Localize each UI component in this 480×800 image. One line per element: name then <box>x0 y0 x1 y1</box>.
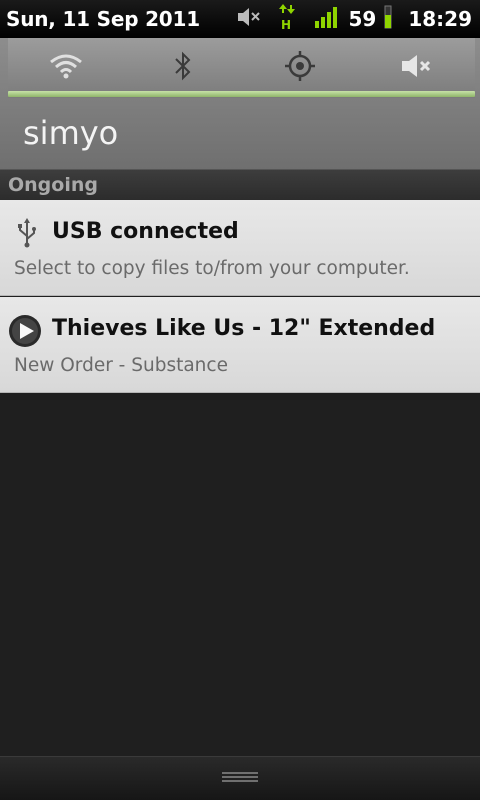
play-icon <box>8 314 42 348</box>
music-notification[interactable]: Thieves Like Us - 12" Extended New Order… <box>0 297 480 393</box>
section-title: Ongoing <box>8 174 98 196</box>
status-bar: Sun, 11 Sep 2011 H 59 18:29 <box>0 0 480 38</box>
notification-title: Thieves Like Us - 12" Extended <box>52 316 436 341</box>
notification-text: Select to copy files to/from your comput… <box>14 258 410 279</box>
svg-text:H: H <box>281 18 291 31</box>
status-clock: 18:29 <box>408 7 472 31</box>
mute-icon <box>400 52 434 84</box>
shade-drag-handle[interactable] <box>0 756 480 800</box>
notification-title: USB connected <box>52 219 239 244</box>
toggle-active-indicator <box>8 91 475 97</box>
quick-toggles <box>8 38 475 98</box>
gps-toggle[interactable] <box>270 43 330 93</box>
battery-level: 59 <box>348 7 377 31</box>
notification-text: New Order - Substance <box>14 355 228 376</box>
usb-notification[interactable]: USB connected Select to copy files to/fr… <box>0 200 480 296</box>
bluetooth-toggle[interactable] <box>153 43 213 93</box>
grip-icon <box>220 769 260 788</box>
gps-icon <box>284 50 316 86</box>
bluetooth-icon <box>173 50 193 86</box>
ongoing-section-header: Ongoing <box>0 169 480 200</box>
signal-strength-icon <box>314 5 340 33</box>
notification-shade: Sun, 11 Sep 2011 H 59 18:29 simyo Ongoin… <box>0 0 480 800</box>
status-date: Sun, 11 Sep 2011 <box>6 7 200 31</box>
usb-icon <box>10 216 44 250</box>
status-icons: H 59 18:29 <box>236 3 472 35</box>
sound-toggle[interactable] <box>387 43 447 93</box>
hspa-data-icon: H <box>278 3 296 35</box>
wifi-icon <box>49 53 83 83</box>
mute-icon <box>236 5 262 33</box>
wifi-toggle[interactable] <box>36 43 96 93</box>
quick-settings-panel: simyo <box>0 38 480 169</box>
carrier-label: simyo <box>23 114 119 152</box>
battery-icon <box>384 5 392 33</box>
